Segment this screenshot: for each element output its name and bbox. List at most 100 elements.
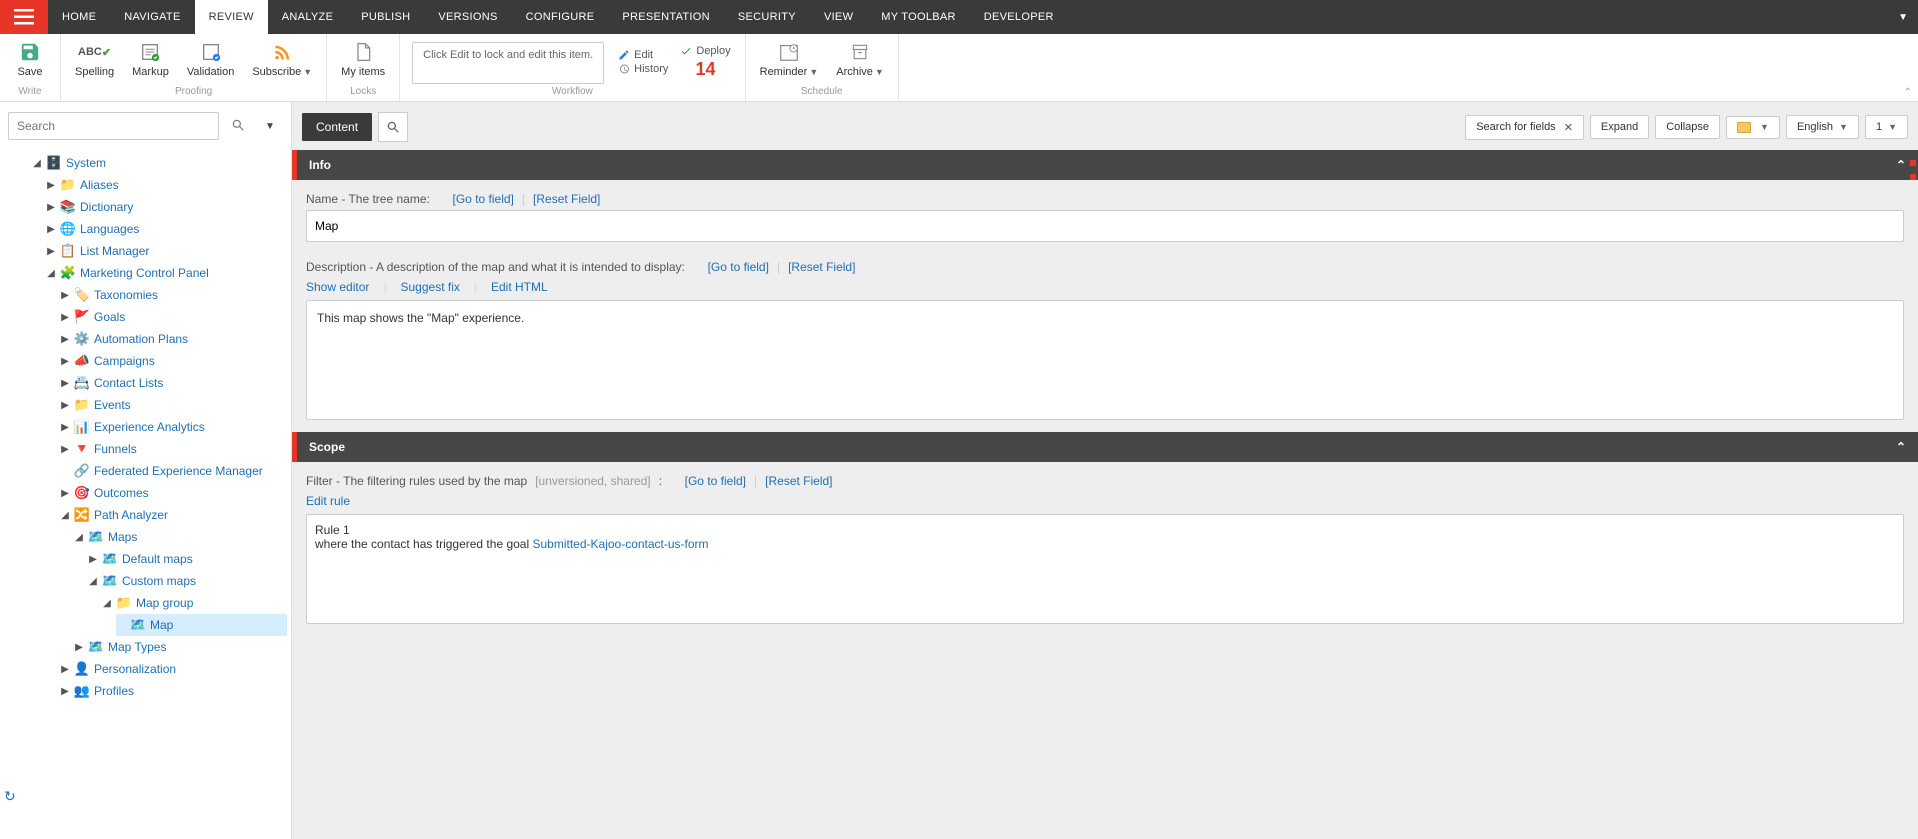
tree-node-custommaps[interactable]: ◢🗺️Custom maps — [88, 570, 287, 592]
tree-node-mcp[interactable]: ◢🧩Marketing Control Panel — [46, 262, 287, 284]
tree-search-input[interactable] — [8, 112, 219, 140]
ribbon-collapse-caret[interactable]: ⌃ — [1904, 87, 1912, 98]
tree-node-outcomes[interactable]: ▶🎯Outcomes — [60, 482, 287, 504]
close-icon[interactable]: ✕ — [1564, 121, 1573, 134]
reset-field-link[interactable]: [Reset Field] — [788, 260, 855, 274]
main-layout: ▼ ◢🗄️System ▶📁Aliases ▶📚Dictionary ▶🌐Lan… — [0, 102, 1918, 839]
subscribe-button[interactable]: Subscribe▼ — [246, 38, 318, 80]
version-selector[interactable]: 1▼ — [1865, 115, 1908, 139]
reset-field-link[interactable]: [Reset Field] — [765, 474, 832, 488]
tab-mytoolbar[interactable]: MY TOOLBAR — [867, 0, 970, 34]
tab-publish[interactable]: PUBLISH — [347, 0, 424, 34]
myitems-button[interactable]: My items — [335, 38, 391, 80]
history-button[interactable]: History — [618, 63, 668, 75]
contacts-icon: 📇 — [74, 375, 90, 391]
suggest-fix-link[interactable]: Suggest fix — [401, 280, 460, 294]
tag-icon: 🏷️ — [74, 287, 90, 303]
tree-node-path-analyzer[interactable]: ◢🔀Path Analyzer — [60, 504, 287, 526]
section-title-info: Info — [309, 158, 331, 172]
goto-field-link[interactable]: [Go to field] — [685, 474, 746, 488]
validation-markers — [1910, 160, 1916, 180]
tree-node-listmanager[interactable]: ▶📋List Manager — [46, 240, 287, 262]
content-search-button[interactable] — [378, 112, 408, 142]
edit-rule-link[interactable]: Edit rule — [306, 494, 350, 508]
tree-node-goals[interactable]: ▶🚩Goals — [60, 306, 287, 328]
tab-navigate[interactable]: NAVIGATE — [110, 0, 194, 34]
spelling-button[interactable]: ABC✔ Spelling — [69, 38, 120, 80]
tree-node-fem[interactable]: 🔗Federated Experience Manager — [60, 460, 287, 482]
tree-node-map[interactable]: 🗺️Map — [116, 614, 287, 636]
tree-node-mapgroup[interactable]: ◢📁Map group — [102, 592, 287, 614]
tab-review[interactable]: REVIEW — [195, 0, 268, 34]
folder-icon: 📁 — [116, 595, 132, 611]
tab-view[interactable]: VIEW — [810, 0, 867, 34]
section-body-info: Name - The tree name: [Go to field] | [R… — [292, 180, 1918, 432]
expand-button[interactable]: Expand — [1590, 115, 1649, 139]
tree-node-campaigns[interactable]: ▶📣Campaigns — [60, 350, 287, 372]
tree-node-events[interactable]: ▶📁Events — [60, 394, 287, 416]
section-header-info[interactable]: Info ⌃ — [292, 150, 1918, 180]
tree-node-system[interactable]: ◢🗄️System — [32, 152, 287, 174]
tab-presentation[interactable]: PRESENTATION — [608, 0, 724, 34]
topbar-caret[interactable]: ▼ — [1898, 0, 1918, 34]
tab-configure[interactable]: CONFIGURE — [512, 0, 609, 34]
language-selector[interactable]: English▼ — [1786, 115, 1859, 139]
section-body-scope: Filter - The filtering rules used by the… — [292, 462, 1918, 636]
ribbon-group-label-workflow: Workflow — [408, 86, 736, 99]
path-icon: 🔀 — [74, 507, 90, 523]
rule-box[interactable]: Rule 1 where the contact has triggered t… — [306, 514, 1904, 624]
content-scroll[interactable]: Info ⌃ Name - The tree name: [Go to fiel… — [292, 150, 1918, 839]
search-icon — [386, 120, 400, 134]
document-icon — [351, 40, 375, 64]
tree-node-taxonomies[interactable]: ▶🏷️Taxonomies — [60, 284, 287, 306]
tab-home[interactable]: HOME — [48, 0, 110, 34]
check-icon — [680, 45, 692, 57]
tree-node-profiles[interactable]: ▶👥Profiles — [60, 680, 287, 702]
deploy-button[interactable]: Deploy — [680, 45, 730, 57]
edit-html-link[interactable]: Edit HTML — [491, 280, 548, 294]
section-header-scope[interactable]: Scope ⌃ — [292, 432, 1918, 462]
tab-versions[interactable]: VERSIONS — [424, 0, 511, 34]
content-button[interactable]: Content — [302, 113, 372, 141]
tab-developer[interactable]: DEVELOPER — [970, 0, 1068, 34]
rule-goal-link[interactable]: Submitted-Kajoo-contact-us-form — [532, 537, 708, 551]
tree-node-languages[interactable]: ▶🌐Languages — [46, 218, 287, 240]
hamburger-menu[interactable] — [0, 0, 48, 34]
reminder-button[interactable]: Reminder▼ — [754, 38, 825, 80]
ribbon-group-workflow: Click Edit to lock and edit this item. E… — [400, 34, 745, 101]
description-action-links: Show editor| Suggest fix| Edit HTML — [306, 280, 1904, 294]
description-textarea[interactable]: This map shows the "Map" experience. — [306, 300, 1904, 420]
show-editor-link[interactable]: Show editor — [306, 280, 369, 294]
tree-node-personalization[interactable]: ▶👤Personalization — [60, 658, 287, 680]
tab-security[interactable]: SECURITY — [724, 0, 810, 34]
goto-field-link[interactable]: [Go to field] — [708, 260, 769, 274]
search-icon[interactable] — [225, 118, 251, 135]
search-dropdown[interactable]: ▼ — [257, 121, 283, 132]
view-options-button[interactable]: ▼ — [1726, 116, 1780, 139]
search-fields-pill[interactable]: Search for fields✕ — [1465, 115, 1584, 140]
workflow-badge: 14 — [680, 59, 730, 80]
tree-node-analytics[interactable]: ▶📊Experience Analytics — [60, 416, 287, 438]
goto-field-link[interactable]: [Go to field] — [453, 192, 514, 206]
reset-field-link[interactable]: [Reset Field] — [533, 192, 600, 206]
tree-node-maps[interactable]: ◢🗺️Maps — [74, 526, 287, 548]
tree-node-defaultmaps[interactable]: ▶🗺️Default maps — [88, 548, 287, 570]
tree-node-maptypes[interactable]: ▶🗺️Map Types — [74, 636, 287, 658]
refresh-icon[interactable]: ↻ — [4, 788, 16, 805]
myitems-label: My items — [341, 66, 385, 78]
archive-button[interactable]: Archive▼ — [830, 38, 890, 80]
tree-node-funnels[interactable]: ▶🔻Funnels — [60, 438, 287, 460]
tree-node-dictionary[interactable]: ▶📚Dictionary — [46, 196, 287, 218]
markup-button[interactable]: Markup — [126, 38, 175, 80]
validation-button[interactable]: Validation — [181, 38, 241, 80]
collapse-button[interactable]: Collapse — [1655, 115, 1720, 139]
spelling-label: Spelling — [75, 66, 114, 78]
tree-node-automation[interactable]: ▶⚙️Automation Plans — [60, 328, 287, 350]
save-button[interactable]: Save — [8, 38, 52, 80]
filter-action-links: Edit rule — [306, 494, 1904, 508]
tree-node-contacts[interactable]: ▶📇Contact Lists — [60, 372, 287, 394]
tab-analyze[interactable]: ANALYZE — [268, 0, 347, 34]
edit-button[interactable]: Edit — [618, 49, 668, 61]
tree-node-aliases[interactable]: ▶📁Aliases — [46, 174, 287, 196]
name-input[interactable] — [306, 210, 1904, 242]
